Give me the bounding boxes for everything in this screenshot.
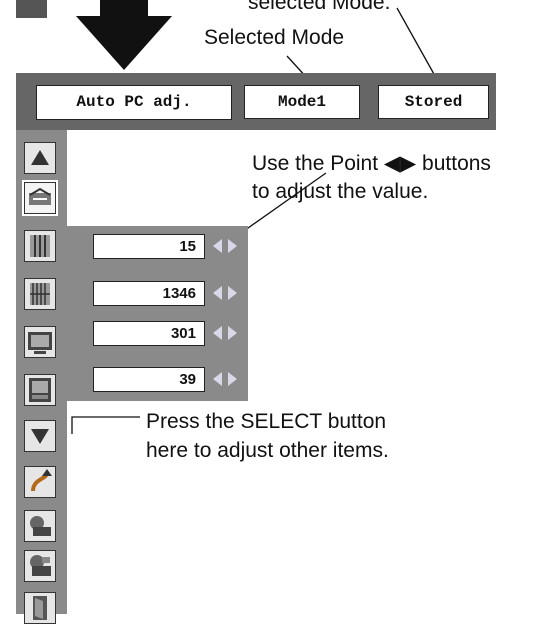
reset-icon[interactable] [24, 466, 56, 498]
menu-title-box: Auto PC adj. [36, 85, 232, 120]
menu-sidebar [16, 130, 67, 624]
value-field-fine-sync[interactable]: 15 [93, 234, 205, 259]
total-dots-icon[interactable] [24, 278, 56, 310]
fine-sync-icon[interactable] [24, 230, 56, 262]
select-caption-line1: Press the SELECT button [146, 410, 387, 433]
mode-free-icon[interactable] [24, 510, 56, 542]
point-left-right-icon[interactable] [213, 285, 237, 301]
down-arrow-icon[interactable] [24, 420, 56, 452]
stored-box: Stored [378, 85, 489, 119]
select-caption-line2: here to adjust other items. [146, 439, 389, 462]
store-icon[interactable] [24, 550, 56, 582]
point-left-right-icon[interactable] [213, 238, 237, 254]
value-field-vertical[interactable]: 39 [93, 367, 205, 392]
vertical-position-icon[interactable] [24, 374, 56, 406]
horizontal-position-icon[interactable] [24, 326, 56, 358]
point-buttons-caption-line1: Use the Point ◀▶ buttons [252, 152, 491, 175]
point-buttons-caption-line2: to adjust the value. [252, 180, 429, 203]
quit-icon[interactable] [24, 592, 56, 624]
value-field-total-dots[interactable]: 1346 [93, 281, 205, 306]
auto-pc-adjust-icon[interactable] [22, 180, 58, 216]
up-arrow-icon[interactable] [24, 142, 56, 174]
value-field-horizontal[interactable]: 301 [93, 321, 205, 346]
point-left-right-icon[interactable] [213, 325, 237, 341]
mode-box: Mode1 [244, 85, 360, 119]
value-panel: 15 1346 301 39 [67, 226, 248, 401]
point-left-right-icon[interactable] [213, 371, 237, 387]
menu-top-bar: Auto PC adj. Mode1 Stored [16, 73, 496, 130]
